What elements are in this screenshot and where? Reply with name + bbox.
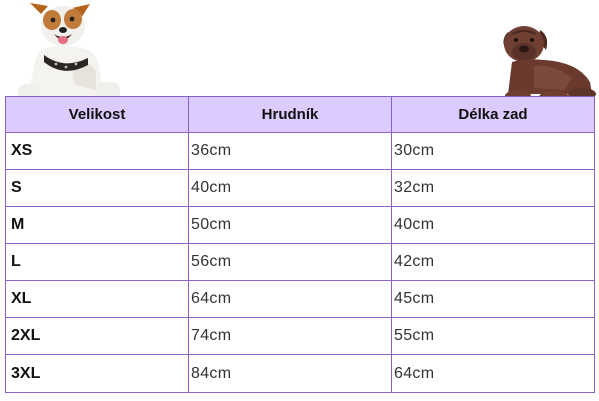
size-cell: 3XL [5, 354, 189, 393]
back-length-cell: 42cm [391, 243, 595, 281]
header-size: Velikost [5, 96, 189, 133]
size-cell: XL [5, 280, 189, 318]
chest-cell: 64cm [188, 280, 392, 318]
size-cell: L [5, 243, 189, 281]
back-length-cell: 40cm [391, 206, 595, 244]
table-row: 3XL 84cm 64cm [5, 354, 595, 393]
chest-cell: 74cm [188, 317, 392, 355]
table-row: XL 64cm 45cm [5, 280, 595, 318]
dog-right-image [503, 26, 596, 103]
header-chest: Hrudník [188, 96, 392, 133]
chest-cell: 36cm [188, 132, 392, 170]
size-cell: M [5, 206, 189, 244]
back-length-cell: 30cm [391, 132, 595, 170]
chest-cell: 50cm [188, 206, 392, 244]
table-row: XS 36cm 30cm [5, 132, 595, 170]
table-row: S 40cm 32cm [5, 169, 595, 207]
chest-cell: 84cm [188, 354, 392, 393]
back-length-cell: 32cm [391, 169, 595, 207]
size-cell: S [5, 169, 189, 207]
table-row: M 50cm 40cm [5, 206, 595, 244]
size-chart: Velikost Hrudník Délka zad XS 36cm 30cm … [0, 0, 599, 401]
size-cell: 2XL [5, 317, 189, 355]
back-length-cell: 55cm [391, 317, 595, 355]
back-length-cell: 64cm [391, 354, 595, 393]
back-length-cell: 45cm [391, 280, 595, 318]
chest-cell: 56cm [188, 243, 392, 281]
size-cell: XS [5, 132, 189, 170]
size-table: Velikost Hrudník Délka zad XS 36cm 30cm … [5, 96, 595, 393]
chest-cell: 40cm [188, 169, 392, 207]
table-header-row: Velikost Hrudník Délka zad [5, 96, 595, 133]
header-back-length: Délka zad [391, 96, 595, 133]
table-row: L 56cm 42cm [5, 243, 595, 281]
table-row: 2XL 74cm 55cm [5, 317, 595, 355]
